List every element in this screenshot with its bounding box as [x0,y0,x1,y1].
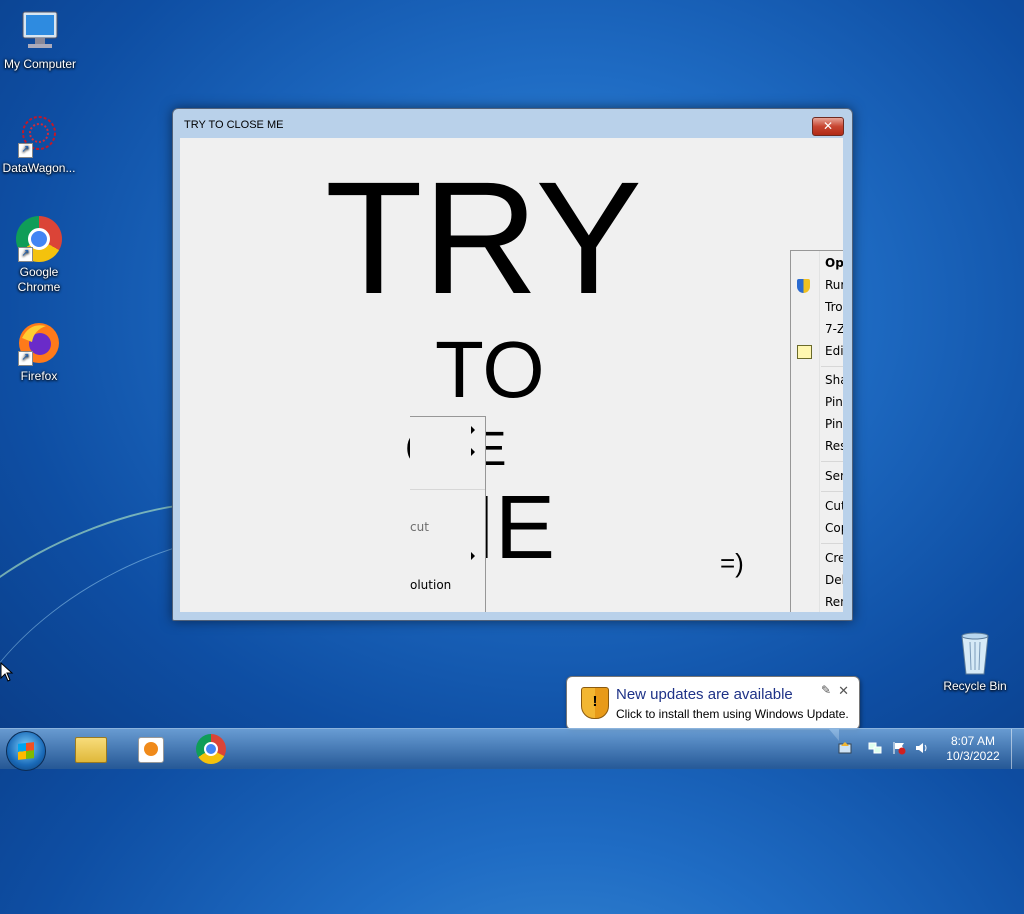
action-center-flag-icon[interactable] [892,741,906,755]
desktop-icon-label: Recycle Bin [943,679,1007,693]
warning-shield-icon: ! [581,687,609,719]
menu-gutter [819,251,820,612]
mouse-cursor-icon [0,662,14,682]
context-menu-item-restore[interactable]: Res [825,439,843,453]
taskbar-explorer-button[interactable] [62,732,118,768]
context-menu-item[interactable] [410,441,485,463]
submenu-arrow-icon [471,552,475,560]
context-menu-item-copy[interactable]: Cop [825,521,843,535]
context-menu-item-cut[interactable]: Cut [825,499,843,513]
desktop-icon-my-computer[interactable]: My Computer [0,8,80,72]
shortcut-arrow-icon: ↗ [18,143,33,158]
context-menu-item-delete[interactable]: Dele [825,573,843,587]
desktop-icon-label: My Computer [3,57,77,71]
context-menu-desktop[interactable]: cut olution [410,416,486,612]
menu-separator [821,491,843,492]
context-menu-item-open[interactable]: Ope [825,256,843,270]
desktop-icon-firefox[interactable]: ↗ Firefox [0,320,79,384]
volume-icon[interactable] [915,741,929,755]
datawagon-icon: ↗ [16,112,62,158]
network-icon[interactable] [868,741,882,755]
context-menu-file[interactable]: Ope Rur Tro 7-Z Edit Sha Pin Pin Res Sen… [790,250,843,612]
desktop-icon-datawagon[interactable]: ↗ DataWagon... [0,112,79,176]
desktop-icon-recycle-bin[interactable]: Recycle Bin [935,630,1015,694]
desktop-icon-label: Google Chrome [17,265,61,294]
desktop-icon-google-chrome[interactable]: ↗ Google Chrome [0,216,79,295]
recycle-bin-icon [952,630,998,676]
desktop-icon-label: DataWagon... [2,161,76,175]
desktop-icon-label: Firefox [20,369,58,383]
taskbar: 8:07 AM 10/3/2022 [0,728,1024,771]
context-menu-item-run-as[interactable]: Rur [825,278,843,292]
context-menu-item-7zip[interactable]: 7-Z [825,322,843,336]
smiley-text: =) [720,548,744,578]
show-desktop-button[interactable] [1011,729,1024,769]
taskbar-clock[interactable]: 8:07 AM 10/3/2022 [940,734,1006,764]
explorer-icon [75,737,107,763]
notification-title: New updates are available [616,686,793,703]
shortcut-arrow-icon: ↗ [18,351,33,366]
windows-logo-icon [18,742,34,760]
menu-item-label: cut [410,520,429,534]
context-menu-item-edit[interactable]: Edit [825,344,843,358]
firefox-icon: ↗ [16,320,62,366]
start-button[interactable] [6,731,46,771]
window-title: TRY TO CLOSE ME [184,119,284,131]
windows-update-icon[interactable] [838,741,852,755]
taskbar-media-player-button[interactable] [122,732,178,768]
context-menu-item-share[interactable]: Sha [825,373,843,387]
context-menu-item-send-to[interactable]: Sen [825,469,843,483]
menu-separator [410,489,485,490]
menu-item-label: olution [410,578,452,592]
context-menu-item-create-shortcut[interactable]: Cre [825,551,843,565]
big-text-try: TRY [325,148,643,327]
edit-icon [797,345,812,359]
menu-separator [821,366,843,367]
menu-separator [821,461,843,462]
chrome-icon: ↗ [16,216,62,262]
taskbar-chrome-button[interactable] [184,732,240,768]
window-client-area: TRY TO OSE ME =) cut olution Ope Rur Tro… [180,138,843,612]
submenu-arrow-icon [471,448,475,456]
context-menu-item[interactable] [410,545,485,567]
context-menu-item-screen-resolution[interactable]: olution [410,575,485,597]
clock-time: 8:07 AM [950,734,996,748]
submenu-arrow-icon [471,426,475,434]
context-menu-item-paste-shortcut[interactable]: cut [410,517,485,539]
clock-date: 10/3/2022 [946,749,1000,763]
notification-text: Click to install them using Windows Upda… [616,707,849,721]
media-player-icon [138,737,164,763]
context-menu-item-pin-start[interactable]: Pin [825,417,843,431]
shortcut-arrow-icon: ↗ [18,247,33,262]
context-menu-item[interactable] [410,419,485,441]
context-menu-item-troubleshoot[interactable]: Tro [825,300,843,314]
chrome-icon [196,734,226,764]
computer-icon [17,8,63,54]
context-menu-item-pin-taskbar[interactable]: Pin [825,395,843,409]
try-to-close-me-window[interactable]: TRY TO CLOSE ME ✕ TRY TO OSE ME =) cut o… [172,108,853,621]
windows-update-notification[interactable]: ! New updates are available Click to ins… [566,676,860,741]
big-text-to: TO [435,325,545,414]
window-close-button[interactable]: ✕ [812,117,844,136]
uac-shield-icon [797,279,810,293]
menu-separator [821,543,843,544]
context-menu-item-rename[interactable]: Ren [825,595,843,609]
notification-options-icon[interactable]: ✎ [821,683,831,697]
notification-close-button[interactable]: ✕ [838,683,849,699]
